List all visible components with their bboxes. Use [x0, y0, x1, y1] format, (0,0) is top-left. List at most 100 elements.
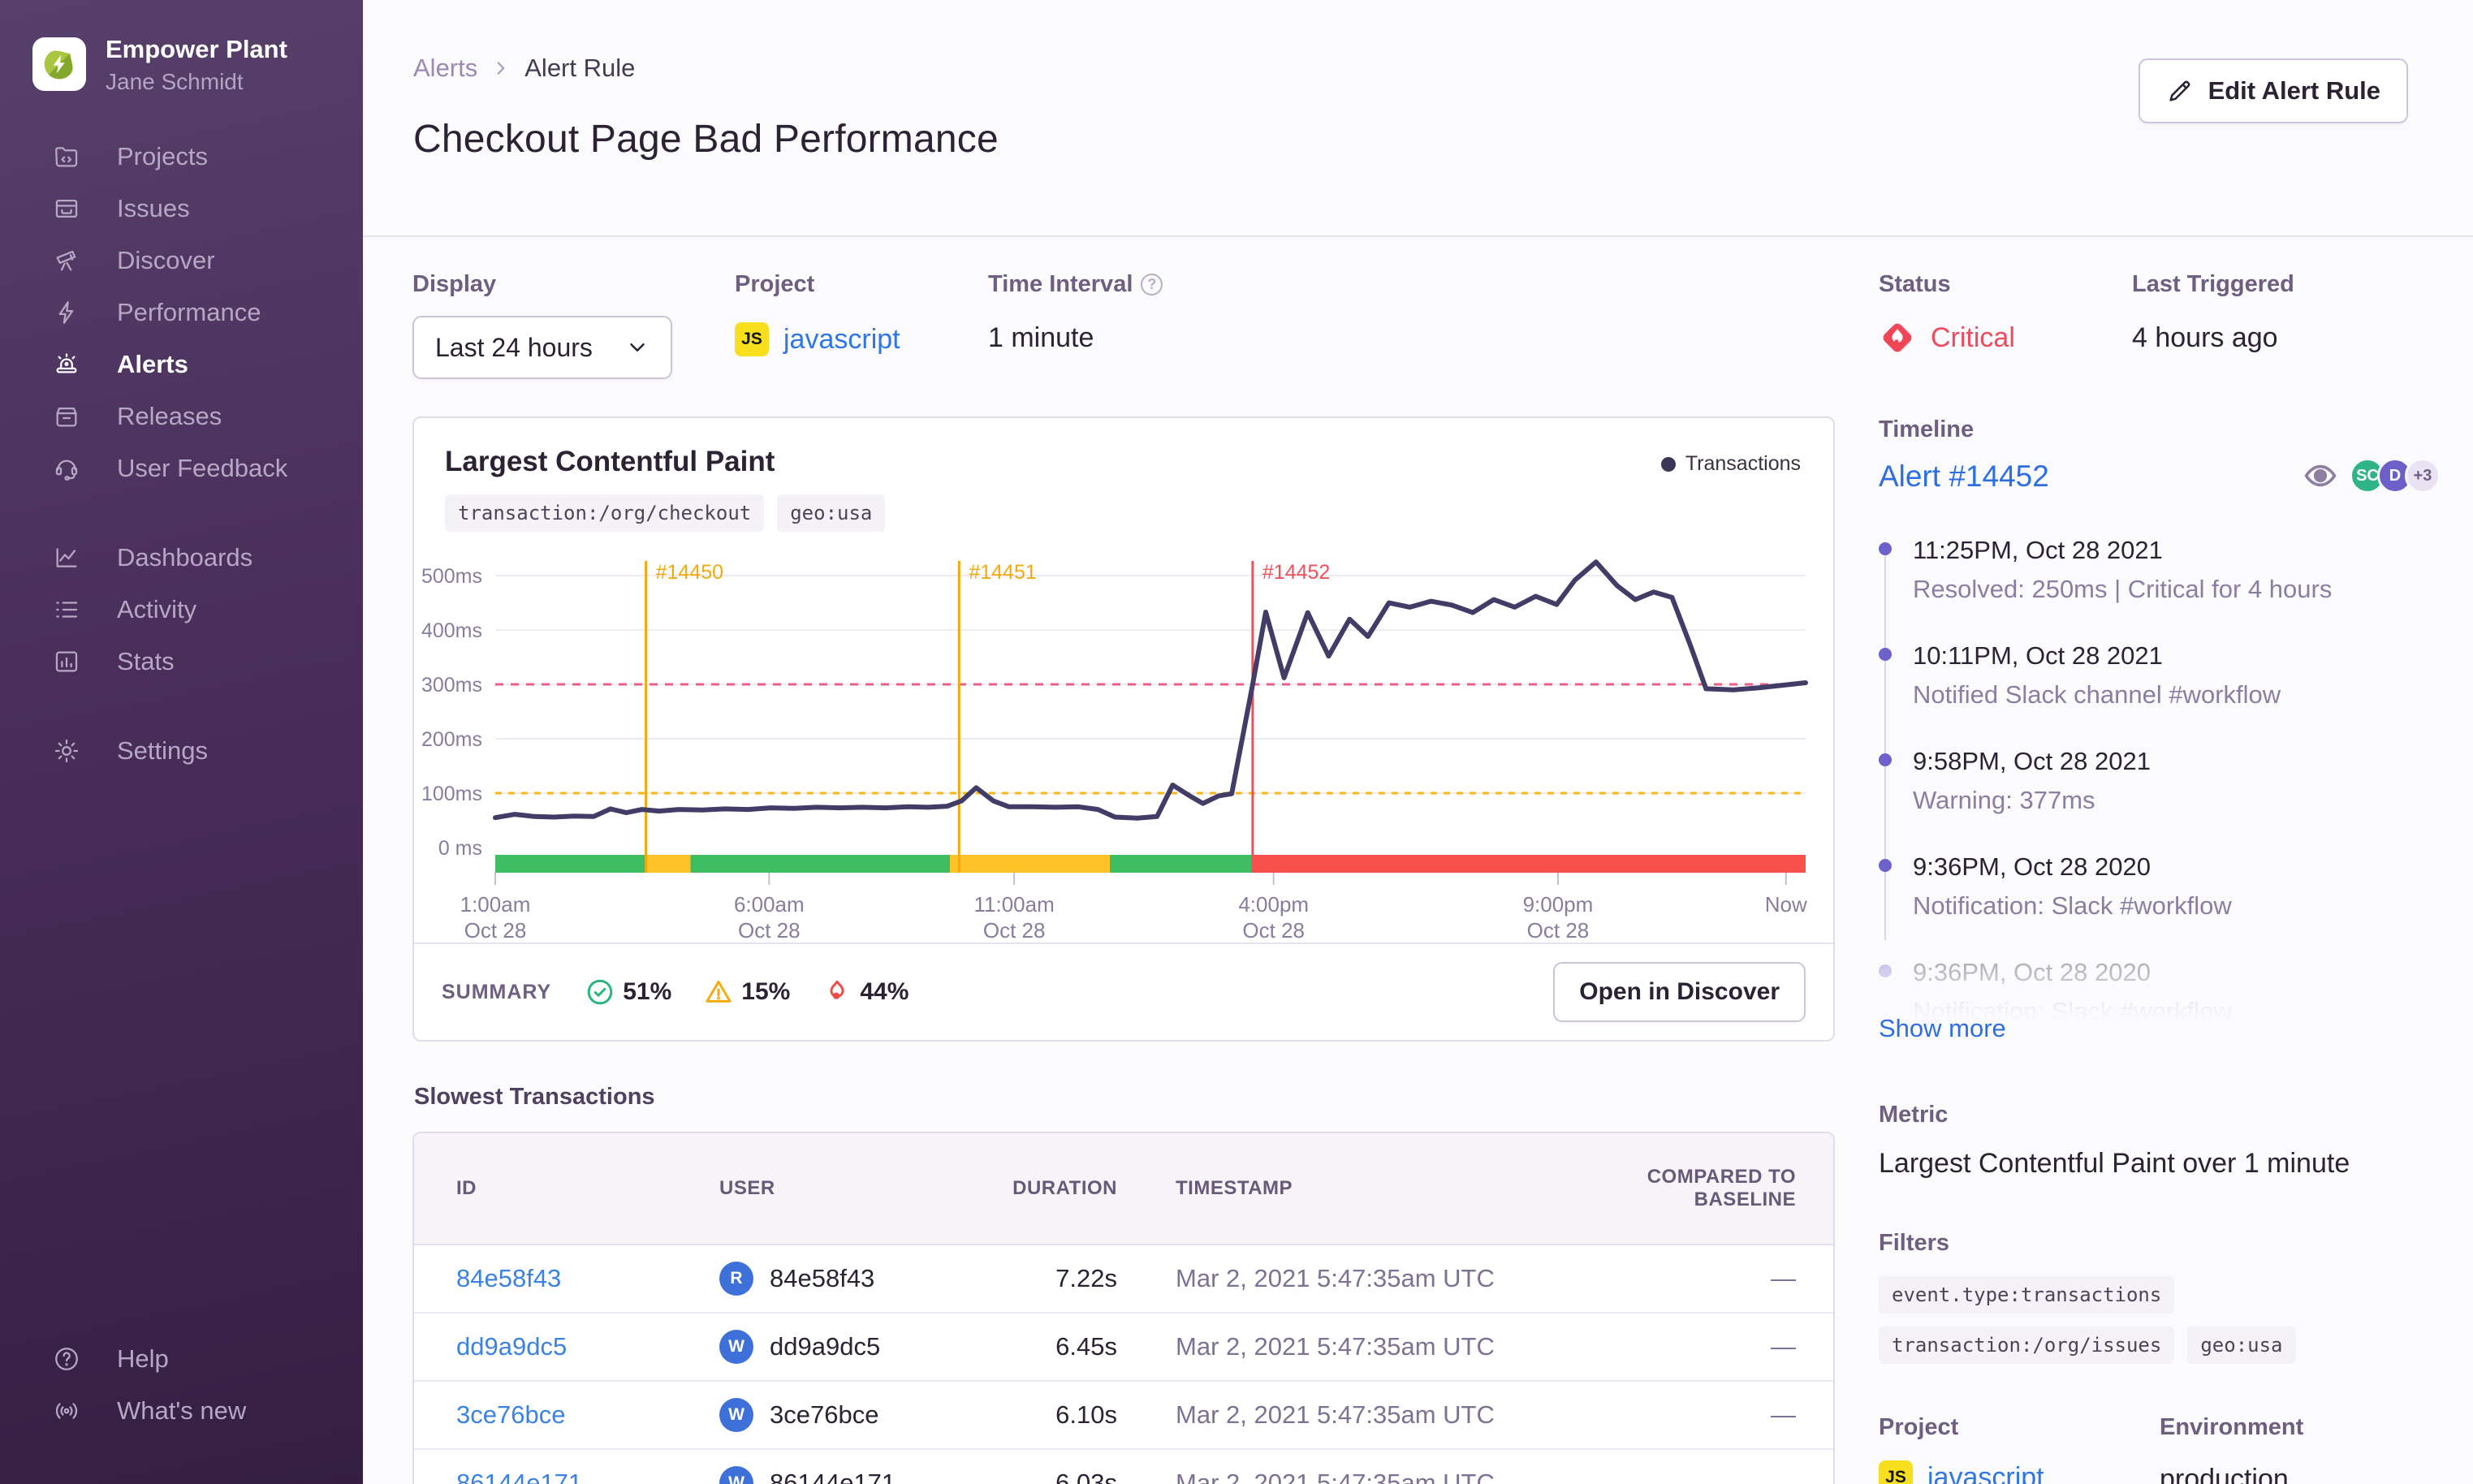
gear-icon: [52, 736, 81, 766]
status-bar-segment: [1252, 855, 1806, 873]
status-badge: Critical: [1879, 319, 2132, 356]
sidebar-item-help[interactable]: Help: [0, 1333, 363, 1385]
breadcrumb-alerts-link[interactable]: Alerts: [413, 54, 477, 83]
siren-icon: [52, 350, 81, 379]
x-axis-tick-label: 9:00pm: [1523, 892, 1594, 917]
support-icon: [52, 454, 81, 483]
x-axis-tick-label: 11:00am: [974, 892, 1055, 917]
user-avatar: W: [719, 1466, 753, 1484]
subscriber-avatars[interactable]: SC D +3: [2303, 458, 2441, 494]
page-title: Checkout Page Bad Performance: [413, 118, 999, 161]
filter-tag-pills: event.type:transactions transaction:/org/…: [1879, 1276, 2441, 1364]
svg-text:Oct 28: Oct 28: [738, 918, 801, 943]
duration-cell: 7.22s: [987, 1245, 1117, 1314]
javascript-platform-icon: JS: [1879, 1460, 1913, 1484]
details-project-link[interactable]: javascript: [1927, 1462, 2044, 1484]
help-circle-icon: [52, 1344, 81, 1374]
list-icon: [52, 595, 81, 624]
sidebar-item-issues[interactable]: Issues: [0, 183, 363, 235]
timeline-entry: 10:11PM, Oct 28 2021 Notified Slack chann…: [1879, 641, 2441, 710]
display-range-dropdown[interactable]: Last 24 hours: [412, 316, 672, 379]
filter-tag-pill: event.type:transactions: [1879, 1276, 2175, 1314]
project-label: Project: [735, 271, 815, 297]
sidebar-item-activity[interactable]: Activity: [0, 584, 363, 636]
baseline-cell: —: [1637, 1449, 1833, 1484]
main-area: Alerts Alert Rule Checkout Page Bad Perf…: [363, 0, 2473, 1484]
archive-icon: [52, 402, 81, 431]
status-bar-segment: [645, 855, 691, 873]
table-row: 86144e171 W 86144e171 6.03s Mar 2, 2021 5:47…: [414, 1449, 1833, 1484]
timeline-label: Timeline: [1879, 416, 1975, 442]
org-switcher[interactable]: Empower Plant Jane Schmidt: [0, 0, 363, 95]
chart-filter-tags: transaction:/org/checkout geo:usa: [445, 494, 1802, 532]
eye-icon[interactable]: [2303, 458, 2338, 494]
critical-flame-diamond-icon: [1879, 319, 1916, 356]
transaction-id-link[interactable]: 86144e171: [456, 1469, 582, 1484]
sidebar: Empower Plant Jane Schmidt Projects Issue…: [0, 0, 363, 1484]
legend-dot-icon: [1660, 456, 1676, 472]
svg-text:Oct 28: Oct 28: [983, 918, 1046, 943]
y-axis-tick-label: 200ms: [421, 728, 482, 751]
sidebar-settings-nav: Settings: [0, 725, 363, 777]
table-row: 84e58f43 R 84e58f43 7.22s Mar 2, 2021 5:47:3…: [414, 1245, 1833, 1314]
status-bar-segment: [1109, 855, 1253, 873]
sidebar-item-user-feedback[interactable]: User Feedback: [0, 442, 363, 494]
sidebar-item-discover[interactable]: Discover: [0, 235, 363, 287]
timeline-entry: 11:25PM, Oct 28 2021 Resolved: 250ms | Cr…: [1879, 536, 2441, 604]
org-logo: [32, 37, 86, 92]
slowest-transactions-table: ID USER DURATION TIMESTAMP COMPARED TO BASEL…: [412, 1132, 1835, 1484]
sidebar-item-dashboards[interactable]: Dashboards: [0, 532, 363, 584]
timestamp-cell: Mar 2, 2021 5:47:35am UTC: [1117, 1313, 1637, 1382]
transaction-id-link[interactable]: 3ce76bce: [456, 1400, 565, 1429]
javascript-platform-icon: JS: [735, 322, 769, 356]
duration-cell: 6.10s: [987, 1381, 1117, 1450]
alert-number-link[interactable]: Alert #14452: [1879, 459, 2049, 494]
lcp-chart-card: Largest Contentful Paint transaction:/or…: [412, 416, 1835, 1042]
chart-title: Largest Contentful Paint: [445, 446, 775, 477]
transaction-id-link[interactable]: dd9a9dc5: [456, 1332, 567, 1361]
svg-text:Oct 28: Oct 28: [464, 918, 527, 943]
transactions-series-line: [493, 559, 1808, 821]
user-name-cell: 84e58f43: [770, 1264, 875, 1292]
sidebar-item-stats[interactable]: Stats: [0, 636, 363, 688]
transaction-id-link[interactable]: 84e58f43: [456, 1264, 561, 1292]
issues-stack-icon: [52, 194, 81, 223]
user-avatar: W: [719, 1398, 753, 1432]
x-axis-tick-label: 4:00pm: [1238, 892, 1309, 917]
open-in-discover-button[interactable]: Open in Discover: [1553, 962, 1806, 1022]
sidebar-primary-nav: Projects Issues Discover Performance Alerts R…: [0, 131, 363, 494]
sidebar-item-releases[interactable]: Releases: [0, 390, 363, 442]
timeline-entry: 9:58PM, Oct 28 2021 Warning: 377ms: [1879, 747, 2441, 815]
sidebar-item-what-s-new[interactable]: What's new: [0, 1385, 363, 1437]
user-name-cell: 3ce76bce: [770, 1400, 879, 1429]
summary-critical: 44%: [822, 977, 908, 1007]
project-link[interactable]: javascript: [783, 324, 900, 356]
last-triggered-value: 4 hours ago: [2132, 322, 2278, 353]
help-question-icon[interactable]: ?: [1141, 274, 1163, 296]
user-avatar: W: [719, 1330, 753, 1364]
show-more-link[interactable]: Show more: [1879, 1014, 2006, 1043]
sidebar-item-projects[interactable]: Projects: [0, 131, 363, 183]
svg-text:Oct 28: Oct 28: [1527, 918, 1590, 943]
avatar--3[interactable]: +3: [2405, 458, 2441, 494]
lcp-chart-svg[interactable]: 500ms 400ms 300ms 200ms 100ms 0 ms #14450 #1445…: [414, 537, 1833, 943]
edit-alert-rule-button[interactable]: Edit Alert Rule: [2138, 58, 2408, 123]
duration-cell: 6.45s: [987, 1313, 1117, 1382]
y-axis-tick-label: 0 ms: [438, 837, 482, 860]
filter-tag-pill: geo:usa: [2187, 1327, 2296, 1364]
details-project-label: Project: [1879, 1414, 1959, 1440]
display-label: Display: [412, 271, 497, 297]
chart-legend[interactable]: Transactions: [1660, 452, 1801, 476]
baseline-cell: —: [1637, 1245, 1833, 1314]
sidebar-item-alerts[interactable]: Alerts: [0, 339, 363, 390]
user-name: Jane Schmidt: [106, 68, 244, 94]
baseline-cell: —: [1637, 1381, 1833, 1450]
column-header-compared-to-baseline: COMPARED TO BASELINE: [1637, 1133, 1833, 1245]
metric-label: Metric: [1879, 1102, 1949, 1128]
sidebar-item-performance[interactable]: Performance: [0, 287, 363, 339]
pencil-icon: [2166, 77, 2194, 105]
sidebar-item-settings[interactable]: Settings: [0, 725, 363, 777]
summary-label: SUMMARY: [442, 980, 552, 1003]
folder-code-icon: [52, 142, 81, 171]
table-row: 3ce76bce W 3ce76bce 6.10s Mar 2, 2021 5:47:3…: [414, 1381, 1833, 1450]
